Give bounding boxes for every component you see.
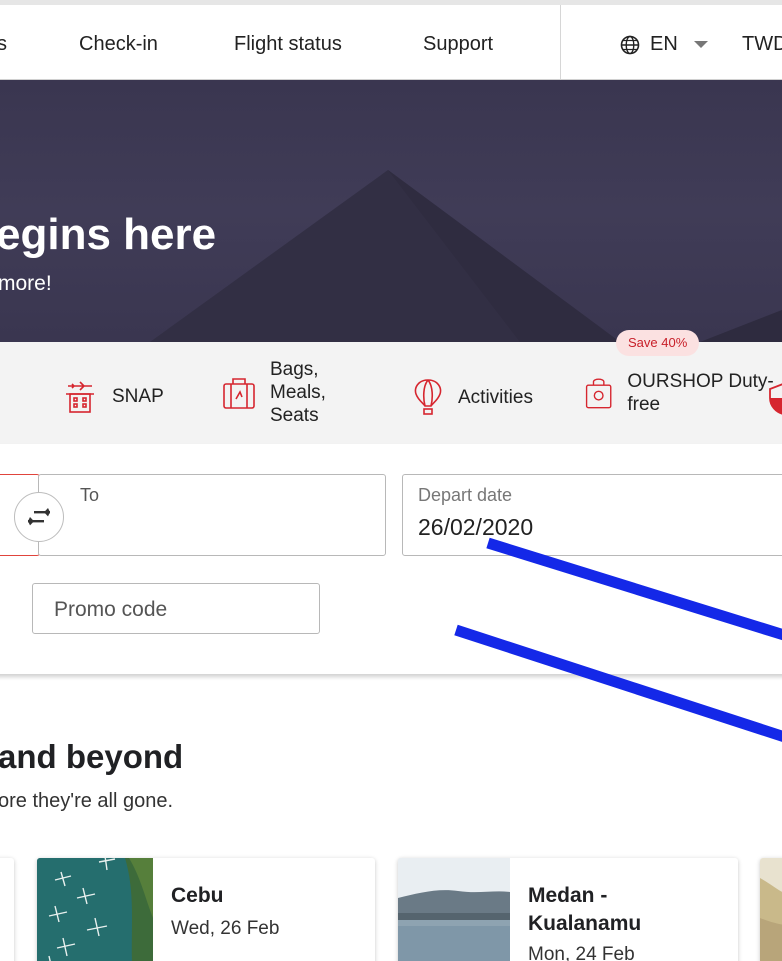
- deal-image-medan: [398, 858, 510, 961]
- services-bar: SNAP Bags, Meals, Seats Activities OURSH…: [0, 342, 782, 444]
- language-code: EN: [650, 33, 678, 55]
- shopping-bag-icon: [585, 378, 612, 409]
- deal-card-medan[interactable]: Medan - Kualanamu Mon, 24 Feb: [398, 858, 738, 961]
- hotel-plane-icon: [66, 381, 94, 413]
- service-ourshop[interactable]: OURSHOP Duty-free: [584, 370, 782, 416]
- service-bags-meals-seats[interactable]: Bags, Meals, Seats: [222, 358, 340, 427]
- nav-item-support[interactable]: Support: [423, 33, 493, 56]
- deal-card-cebu[interactable]: Cebu Wed, 26 Feb: [37, 858, 375, 961]
- service-label: Activities: [458, 386, 533, 408]
- service-label: Bags, Meals, Seats: [270, 359, 326, 426]
- deals-subtitle: ore they're all gone.: [0, 790, 174, 812]
- service-activities[interactable]: Activities: [412, 378, 533, 416]
- deal-city: Medan - Kualanamu: [528, 884, 642, 935]
- promo-code-placeholder: Promo code: [54, 598, 168, 621]
- deal-image-cebu: [37, 858, 153, 961]
- nav-item-partial[interactable]: s: [0, 33, 7, 56]
- deal-city: Cebu: [171, 884, 224, 907]
- chevron-down-icon: [693, 41, 708, 48]
- service-insurance[interactable]: [768, 382, 782, 416]
- language-selector[interactable]: EN: [620, 33, 708, 56]
- swap-button[interactable]: [14, 492, 64, 542]
- hero-title: egins here: [0, 210, 217, 259]
- nav-divider: [560, 5, 561, 79]
- depart-date-value: 26/02/2020: [418, 514, 534, 540]
- nav-item-flight-status[interactable]: Flight status: [234, 33, 342, 56]
- deals-title: and beyond: [0, 738, 184, 775]
- page: s Check-in Flight status Support EN TWD …: [0, 0, 782, 961]
- hero-banner: egins here more!: [0, 80, 782, 342]
- service-label: OURSHOP Duty-free: [627, 371, 774, 415]
- deal-card-partial[interactable]: [0, 858, 14, 961]
- currency-selector[interactable]: TWD: [742, 33, 782, 56]
- deal-date: Mon, 24 Feb: [528, 944, 635, 961]
- deal-card-partial[interactable]: [760, 858, 782, 961]
- save-badge: Save 40%: [616, 330, 700, 356]
- globe-icon: [620, 35, 640, 54]
- deal-image-partial: [760, 858, 782, 961]
- to-label: To: [80, 485, 100, 505]
- deal-date: Wed, 26 Feb: [171, 918, 280, 939]
- service-label: SNAP: [112, 385, 164, 407]
- depart-date-label: Depart date: [418, 485, 513, 505]
- hero-subtitle: more!: [0, 272, 52, 295]
- hot-air-balloon-icon: [414, 379, 442, 415]
- shield-icon: [769, 383, 782, 415]
- nav-item-check-in[interactable]: Check-in: [79, 33, 158, 56]
- service-snap[interactable]: SNAP: [62, 378, 164, 414]
- swap-arrows-icon: [28, 508, 50, 526]
- luggage-icon: [223, 377, 255, 409]
- top-navigation: s Check-in Flight status Support EN TWD: [0, 0, 782, 80]
